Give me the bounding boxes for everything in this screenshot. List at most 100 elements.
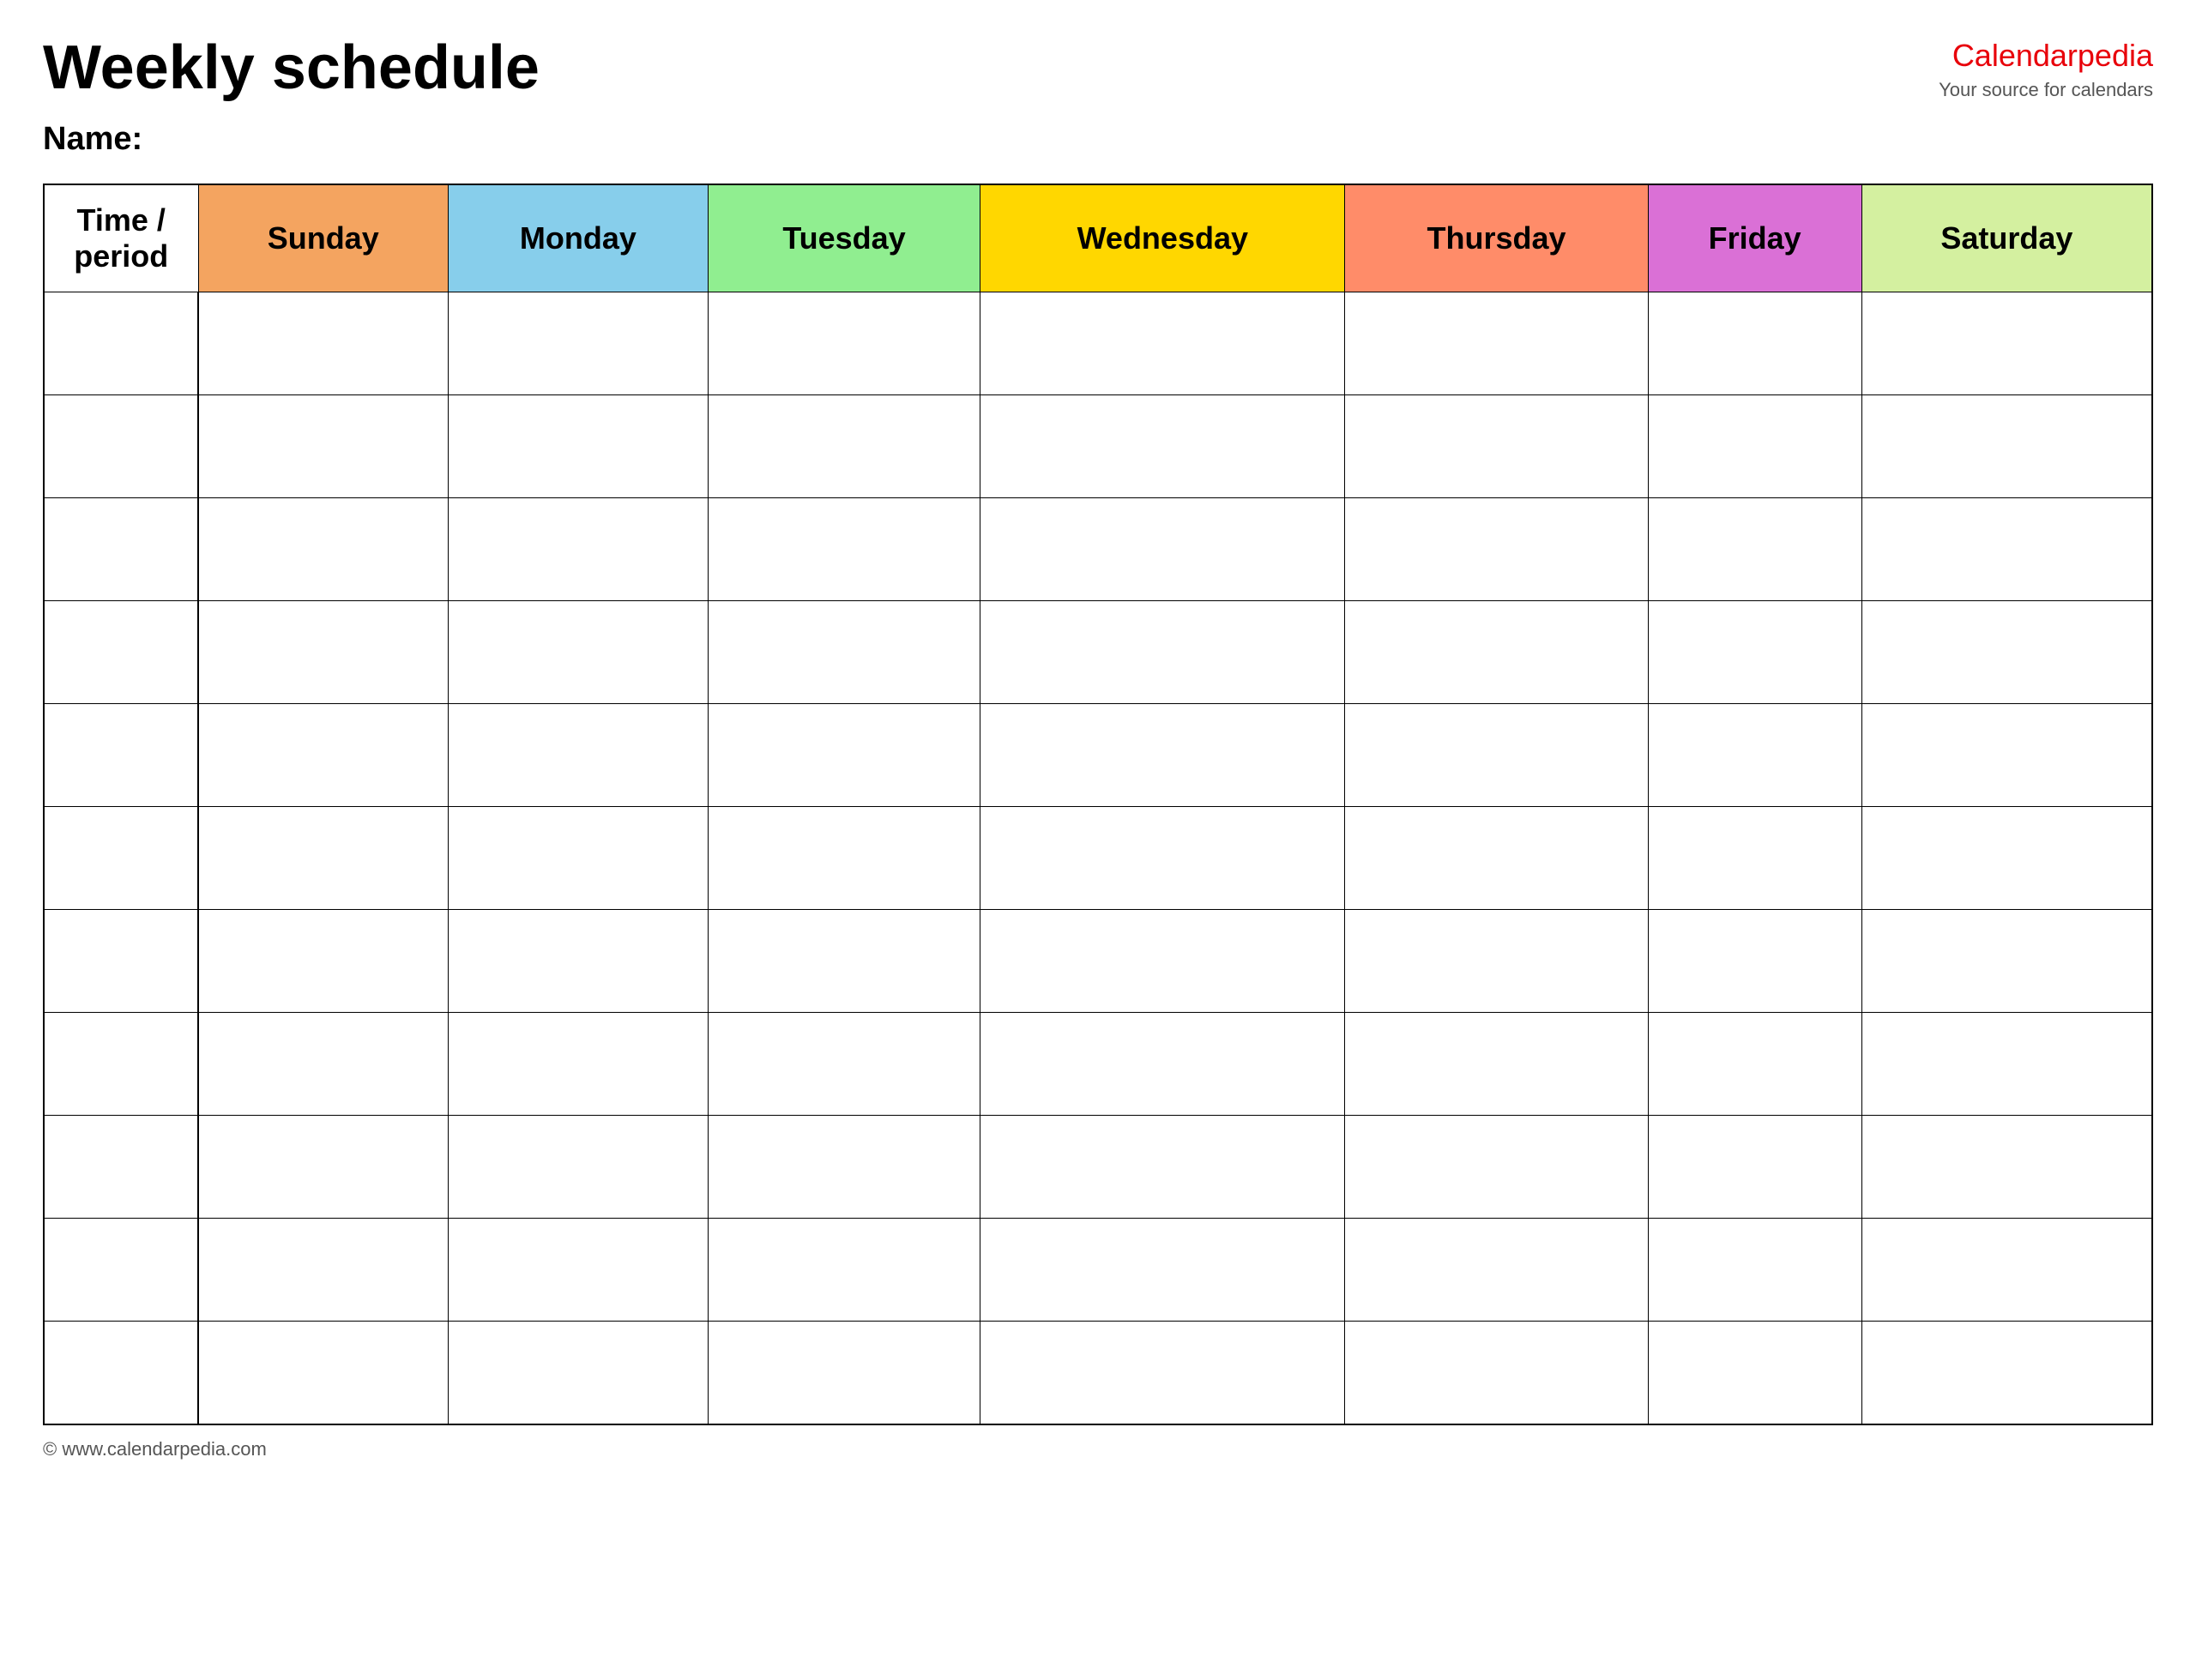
table-cell[interactable]	[1648, 1219, 1861, 1322]
table-cell[interactable]	[1648, 498, 1861, 601]
table-cell[interactable]	[1861, 1013, 2152, 1116]
header-row: Time / period Sunday Monday Tuesday Wedn…	[44, 184, 2152, 292]
table-cell[interactable]	[1345, 1322, 1648, 1424]
table-cell[interactable]	[198, 1219, 448, 1322]
table-cell[interactable]	[1648, 292, 1861, 395]
table-cell[interactable]	[198, 910, 448, 1013]
table-cell[interactable]	[708, 807, 980, 910]
table-row	[44, 704, 2152, 807]
table-cell[interactable]	[980, 1013, 1345, 1116]
table-cell[interactable]	[448, 601, 708, 704]
table-cell[interactable]	[708, 1322, 980, 1424]
table-cell[interactable]	[44, 498, 198, 601]
table-row	[44, 1322, 2152, 1424]
table-cell[interactable]	[44, 1219, 198, 1322]
table-cell[interactable]	[1648, 1116, 1861, 1219]
table-cell[interactable]	[708, 498, 980, 601]
brand-name-part1: Calendar	[1952, 38, 2078, 73]
table-cell[interactable]	[44, 704, 198, 807]
table-row	[44, 1219, 2152, 1322]
table-cell[interactable]	[980, 292, 1345, 395]
table-cell[interactable]	[1648, 704, 1861, 807]
table-cell[interactable]	[198, 1322, 448, 1424]
table-cell[interactable]	[198, 601, 448, 704]
table-cell[interactable]	[1345, 910, 1648, 1013]
table-cell[interactable]	[448, 1116, 708, 1219]
table-cell[interactable]	[448, 807, 708, 910]
table-cell[interactable]	[1861, 395, 2152, 498]
table-cell[interactable]	[1345, 498, 1648, 601]
table-cell[interactable]	[708, 292, 980, 395]
table-cell[interactable]	[44, 1116, 198, 1219]
col-header-time: Time / period	[44, 184, 198, 292]
table-cell[interactable]	[198, 1116, 448, 1219]
table-cell[interactable]	[44, 1013, 198, 1116]
col-header-monday: Monday	[448, 184, 708, 292]
table-cell[interactable]	[198, 704, 448, 807]
table-cell[interactable]	[1648, 395, 1861, 498]
table-cell[interactable]	[44, 601, 198, 704]
table-cell[interactable]	[448, 498, 708, 601]
table-cell[interactable]	[1648, 601, 1861, 704]
table-cell[interactable]	[708, 1013, 980, 1116]
table-cell[interactable]	[1345, 395, 1648, 498]
table-cell[interactable]	[1861, 292, 2152, 395]
table-cell[interactable]	[1861, 807, 2152, 910]
table-cell[interactable]	[1861, 1219, 2152, 1322]
table-cell[interactable]	[1648, 910, 1861, 1013]
table-cell[interactable]	[198, 1013, 448, 1116]
brand-tagline: Your source for calendars	[1939, 77, 2153, 104]
table-cell[interactable]	[980, 601, 1345, 704]
col-header-wednesday: Wednesday	[980, 184, 1345, 292]
table-cell[interactable]	[448, 292, 708, 395]
table-cell[interactable]	[1861, 910, 2152, 1013]
table-cell[interactable]	[44, 1322, 198, 1424]
table-row	[44, 807, 2152, 910]
table-cell[interactable]	[1345, 601, 1648, 704]
table-cell[interactable]	[980, 1116, 1345, 1219]
table-cell[interactable]	[980, 704, 1345, 807]
table-cell[interactable]	[1648, 1322, 1861, 1424]
table-cell[interactable]	[1861, 601, 2152, 704]
table-cell[interactable]	[980, 807, 1345, 910]
table-cell[interactable]	[1345, 1013, 1648, 1116]
table-cell[interactable]	[1345, 704, 1648, 807]
table-cell[interactable]	[44, 807, 198, 910]
table-cell[interactable]	[44, 910, 198, 1013]
table-cell[interactable]	[980, 395, 1345, 498]
table-cell[interactable]	[44, 395, 198, 498]
table-cell[interactable]	[1861, 1116, 2152, 1219]
table-cell[interactable]	[980, 910, 1345, 1013]
table-cell[interactable]	[198, 807, 448, 910]
table-cell[interactable]	[448, 1013, 708, 1116]
table-cell[interactable]	[1861, 498, 2152, 601]
table-cell[interactable]	[1345, 292, 1648, 395]
table-cell[interactable]	[198, 292, 448, 395]
table-cell[interactable]	[1345, 1219, 1648, 1322]
table-cell[interactable]	[708, 910, 980, 1013]
table-cell[interactable]	[708, 1219, 980, 1322]
table-cell[interactable]	[448, 910, 708, 1013]
table-cell[interactable]	[708, 704, 980, 807]
table-cell[interactable]	[448, 1322, 708, 1424]
table-cell[interactable]	[448, 704, 708, 807]
table-cell[interactable]	[44, 292, 198, 395]
table-cell[interactable]	[448, 395, 708, 498]
table-cell[interactable]	[1345, 1116, 1648, 1219]
table-cell[interactable]	[1861, 704, 2152, 807]
table-cell[interactable]	[1648, 1013, 1861, 1116]
table-cell[interactable]	[1861, 1322, 2152, 1424]
page-title: Weekly schedule	[43, 34, 540, 102]
table-cell[interactable]	[980, 1219, 1345, 1322]
table-cell[interactable]	[1345, 807, 1648, 910]
table-cell[interactable]	[198, 395, 448, 498]
table-cell[interactable]	[708, 1116, 980, 1219]
table-cell[interactable]	[198, 498, 448, 601]
table-cell[interactable]	[1648, 807, 1861, 910]
table-cell[interactable]	[448, 1219, 708, 1322]
page-header: Weekly schedule Calendarpedia Your sourc…	[43, 34, 2153, 104]
table-cell[interactable]	[708, 395, 980, 498]
table-cell[interactable]	[708, 601, 980, 704]
table-cell[interactable]	[980, 1322, 1345, 1424]
table-cell[interactable]	[980, 498, 1345, 601]
